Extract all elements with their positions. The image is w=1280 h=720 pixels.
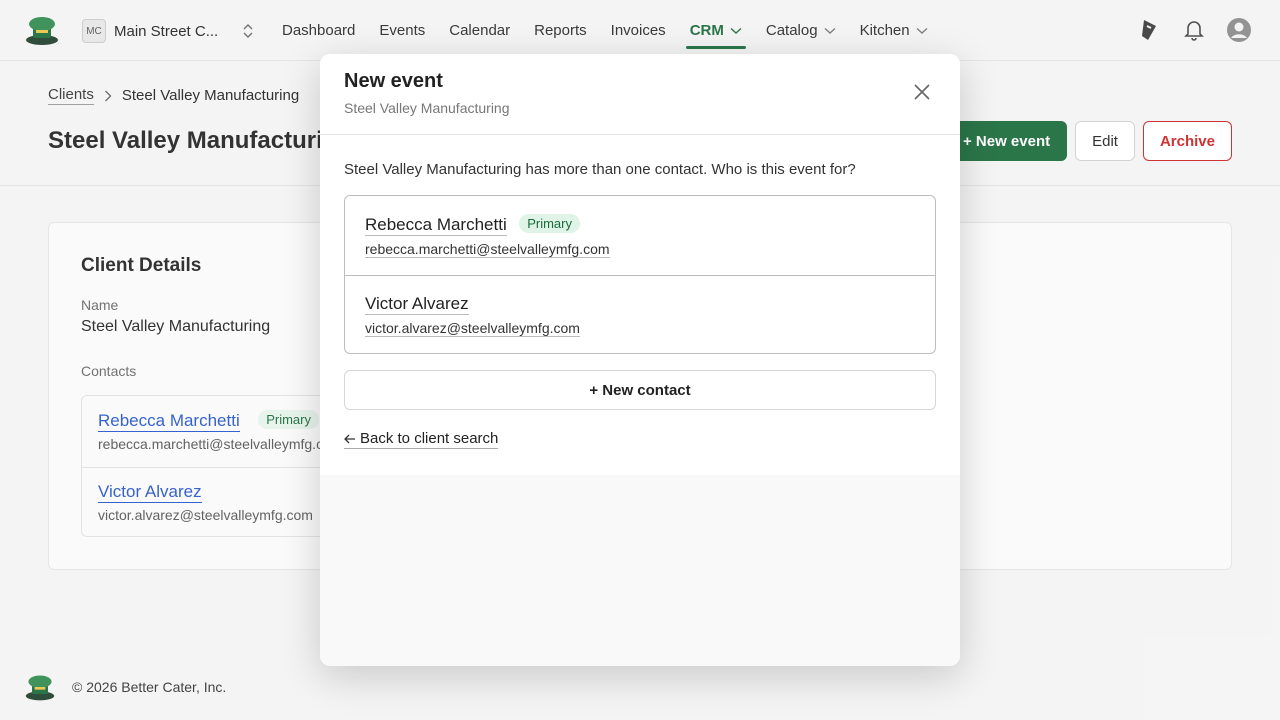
close-icon <box>914 84 930 100</box>
back-link-label: Back to client search <box>360 430 499 447</box>
contact-choice-list: Rebecca Marchetti Primary rebecca.marche… <box>344 195 936 354</box>
choice-email: rebecca.marchetti@steelvalleymfg.com <box>365 241 610 258</box>
modal-body: Steel Valley Manufacturing has more than… <box>320 135 960 475</box>
contact-choice-victor[interactable]: Victor Alvarez victor.alvarez@steelvalle… <box>345 275 935 354</box>
primary-badge: Primary <box>519 214 580 233</box>
close-button[interactable] <box>910 80 934 104</box>
new-event-modal: New event Steel Valley Manufacturing Ste… <box>320 54 960 666</box>
modal-subtitle: Steel Valley Manufacturing <box>344 100 510 116</box>
modal-header: New event Steel Valley Manufacturing <box>320 54 960 135</box>
contact-prompt: Steel Valley Manufacturing has more than… <box>344 161 856 178</box>
choice-name: Victor Alvarez <box>365 294 469 315</box>
arrow-left-icon <box>344 434 355 443</box>
new-contact-button[interactable]: + New contact <box>344 370 936 410</box>
contact-choice-rebecca[interactable]: Rebecca Marchetti Primary rebecca.marche… <box>345 196 935 275</box>
back-to-client-search-link[interactable]: Back to client search <box>344 430 499 449</box>
choice-email: victor.alvarez@steelvalleymfg.com <box>365 320 580 337</box>
modal-title: New event <box>344 70 443 92</box>
choice-name: Rebecca Marchetti <box>365 215 507 236</box>
